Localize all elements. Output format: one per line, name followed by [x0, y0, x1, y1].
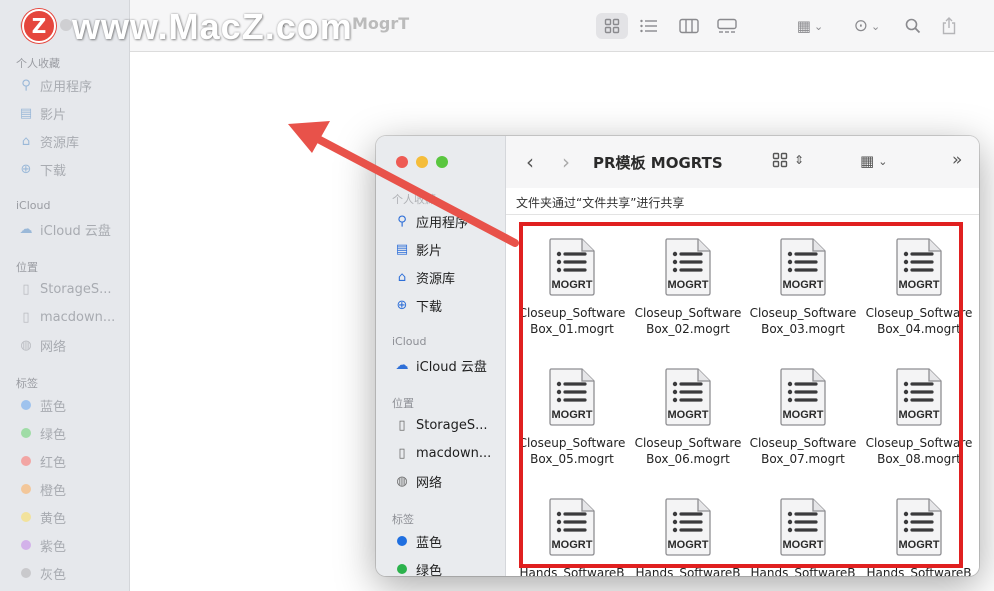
arrow-shaft: [314, 135, 519, 247]
annotation-arrow: [288, 121, 519, 247]
arrow-head: [288, 121, 330, 153]
